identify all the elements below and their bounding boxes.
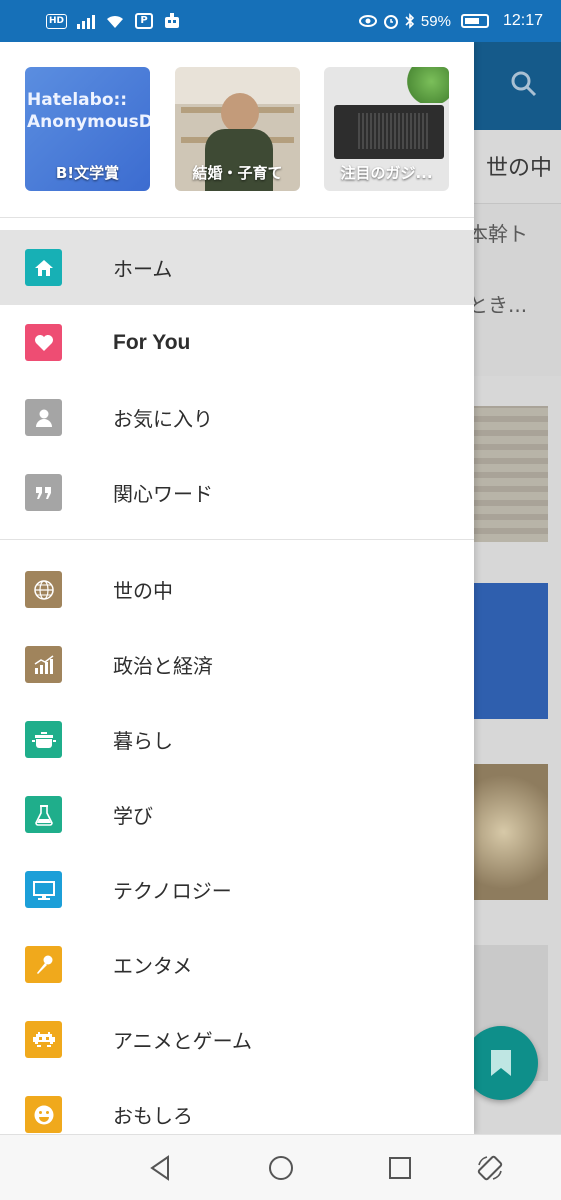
clock: 12:17 — [502, 12, 543, 29]
featured-cards: Hatelabo::AnonymousDiary B!文学賞 結婚・子育て 注目… — [0, 42, 474, 218]
menu-item-society[interactable]: 世の中 — [0, 552, 474, 627]
system-navigation-bar — [0, 1134, 561, 1200]
battery-icon — [460, 14, 489, 28]
menu-item-label: 暮らし — [113, 729, 173, 753]
menu-item-life[interactable]: 暮らし — [0, 702, 474, 777]
menu-item-learning[interactable]: 学び — [0, 777, 474, 852]
menu-item-politics-economy[interactable]: 政治と経済 — [0, 627, 474, 702]
pot-icon — [25, 721, 62, 758]
menu-item-label: For You — [113, 330, 191, 354]
featured-card-label: 結婚・子育て — [192, 164, 283, 182]
home-icon — [25, 249, 62, 286]
status-bar: HD P 59% 12:17 — [0, 0, 561, 42]
background-article[interactable]: 本幹ト とき... — [474, 204, 561, 376]
menu-item-anime-games[interactable]: アニメとゲーム — [0, 1002, 474, 1077]
recents-icon[interactable] — [385, 1153, 415, 1183]
battery-percent: 59% — [420, 12, 451, 30]
home-nav-icon[interactable] — [266, 1153, 296, 1183]
bot-app-icon — [165, 13, 180, 28]
status-left: HD P — [46, 12, 181, 30]
menu-primary: ホーム For You お気に入り 関心ワード — [0, 218, 474, 540]
alarm-icon — [383, 15, 398, 29]
search-icon[interactable] — [510, 70, 538, 98]
background-thumbnail[interactable] — [474, 406, 548, 542]
flask-icon — [25, 796, 62, 833]
menu-item-home[interactable]: ホーム — [0, 230, 474, 305]
background-article-excerpt: とき... — [474, 293, 528, 317]
invader-icon — [25, 1021, 62, 1058]
featured-card-literature-award[interactable]: Hatelabo::AnonymousDiary B!文学賞 — [25, 67, 150, 191]
status-right: 59% 12:17 — [358, 12, 543, 30]
menu-item-label: おもしろ — [113, 1104, 193, 1128]
p-app-icon: P — [135, 13, 154, 29]
featured-card-label: B!文学賞 — [55, 164, 120, 182]
background-app: 世の中 本幹ト とき... — [474, 42, 561, 1134]
smiley-icon — [25, 1096, 62, 1133]
featured-card-marriage-parenting[interactable]: 結婚・子育て — [175, 67, 300, 191]
menu-item-for-you[interactable]: For You — [0, 305, 474, 380]
menu-item-label: 政治と経済 — [113, 654, 213, 678]
menu-categories: 世の中 政治と経済 暮らし 学び テクノロジー エンタメ アニメとゲーム おもし… — [0, 540, 474, 1134]
eye-icon — [358, 15, 377, 27]
microphone-icon — [25, 946, 62, 983]
featured-card-gadgets[interactable]: 注目のガジ... — [324, 67, 449, 191]
featured-card-overlay-text: Hatelabo::AnonymousDiary — [27, 90, 150, 132]
menu-item-label: エンタメ — [113, 954, 193, 978]
menu-item-technology[interactable]: テクノロジー — [0, 852, 474, 927]
wifi-icon — [107, 15, 124, 28]
background-category-tab[interactable]: 世の中 — [474, 130, 561, 204]
menu-item-entertainment[interactable]: エンタメ — [0, 927, 474, 1002]
globe-icon — [25, 571, 62, 608]
person-icon — [25, 399, 62, 436]
device-photo — [334, 105, 444, 159]
rotate-screen-icon[interactable] — [475, 1153, 505, 1183]
menu-item-label: ホーム — [113, 257, 173, 281]
monitor-icon — [25, 871, 62, 908]
menu-item-label: お気に入り — [113, 407, 213, 431]
bar-chart-icon — [25, 646, 62, 683]
person-photo-head — [221, 93, 259, 133]
background-app-header — [474, 42, 561, 130]
bookmark-icon — [491, 1050, 511, 1076]
menu-item-label: 関心ワード — [113, 482, 213, 506]
hd-badge: HD — [46, 13, 68, 29]
menu-item-label: アニメとゲーム — [113, 1029, 252, 1053]
signal-icon — [77, 13, 96, 29]
background-thumbnail[interactable] — [474, 764, 548, 900]
heart-icon — [25, 324, 62, 361]
featured-card-label: 注目のガジ... — [340, 164, 433, 182]
navigation-drawer: Hatelabo::AnonymousDiary B!文学賞 結婚・子育て 注目… — [0, 42, 474, 1134]
back-icon[interactable] — [146, 1153, 176, 1183]
menu-item-funny[interactable]: おもしろ — [0, 1077, 474, 1134]
background-article-title: 本幹ト — [474, 222, 528, 246]
menu-item-label: テクノロジー — [113, 879, 232, 903]
quote-icon — [25, 474, 62, 511]
menu-item-label: 学び — [113, 804, 153, 828]
background-thumbnail[interactable] — [474, 583, 548, 719]
plant-photo — [405, 67, 449, 103]
menu-item-favorites[interactable]: お気に入り — [0, 380, 474, 455]
menu-item-interest-words[interactable]: 関心ワード — [0, 455, 474, 530]
menu-item-label: 世の中 — [113, 579, 173, 603]
bluetooth-icon — [405, 13, 415, 29]
